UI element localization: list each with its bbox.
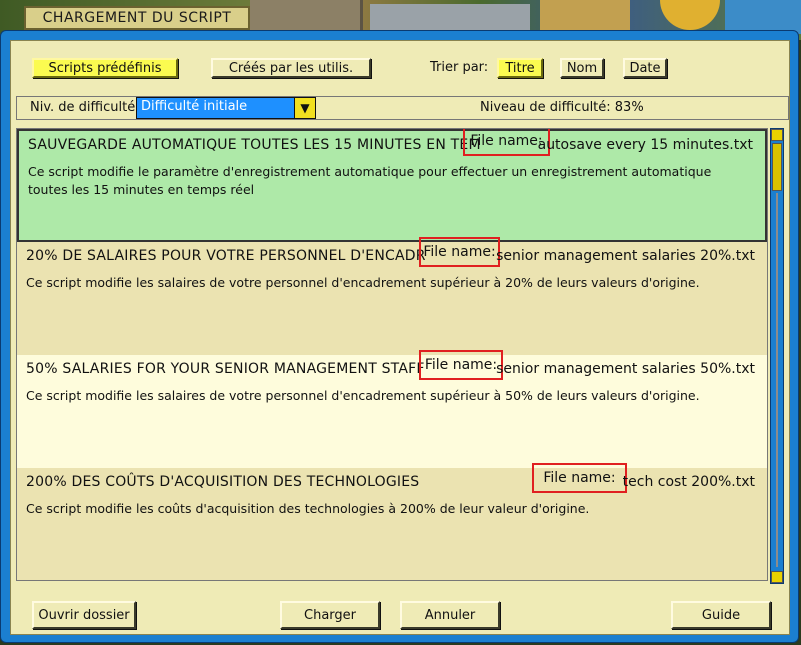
scroll-down-button[interactable] xyxy=(771,571,783,583)
script-file-name: senior management salaries 50%.txt xyxy=(496,361,755,377)
file-name-label: File name: xyxy=(419,350,503,380)
difficulty-selected-value: Difficulté initiale xyxy=(141,99,248,114)
difficulty-level-text: Niveau de difficulté: 83% xyxy=(480,100,644,115)
script-list-item[interactable]: 20% DE SALAIRES POUR VOTRE PERSONNEL D'E… xyxy=(17,237,767,355)
script-file-name: tech cost 200%.txt xyxy=(622,474,755,490)
guide-button[interactable]: Guide xyxy=(671,601,771,629)
list-scrollbar[interactable] xyxy=(770,128,784,584)
script-list-item[interactable]: 50% SALARIES FOR YOUR SENIOR MANAGEMENT … xyxy=(17,350,767,468)
script-description: Ce script modifie les coûts d'acquisitio… xyxy=(26,501,590,516)
sort-label: Trier par: xyxy=(430,60,489,75)
script-title: 200% DES COÛTS D'ACQUISITION DES TECHNOL… xyxy=(26,474,420,490)
scroll-track xyxy=(776,193,778,567)
load-button[interactable]: Charger xyxy=(280,601,380,629)
difficulty-label: Niv. de difficulté xyxy=(30,100,136,115)
sort-by-name-button[interactable]: Nom xyxy=(560,58,604,78)
script-file-name: autosave every 15 minutes.txt xyxy=(537,137,753,153)
script-title: 20% DE SALAIRES POUR VOTRE PERSONNEL D'E… xyxy=(26,248,426,264)
scroll-up-button[interactable] xyxy=(771,129,783,141)
tab-user-scripts[interactable]: Créés par les utilis. xyxy=(211,58,371,78)
script-description: Ce script modifie le paramètre d'enregis… xyxy=(28,164,712,197)
window-title: CHARGEMENT DU SCRIPT xyxy=(24,6,250,30)
script-file-name: senior management salaries 20%.txt xyxy=(496,248,755,264)
cancel-button[interactable]: Annuler xyxy=(400,601,500,629)
sort-by-date-button[interactable]: Date xyxy=(623,58,667,78)
scroll-thumb[interactable] xyxy=(772,143,782,191)
script-description: Ce script modifie les salaires de votre … xyxy=(26,275,700,290)
sort-by-title-button[interactable]: Titre xyxy=(497,58,543,78)
script-list: SAUVEGARDE AUTOMATIQUE TOUTES LES 15 MIN… xyxy=(16,128,768,581)
script-description: Ce script modifie les salaires de votre … xyxy=(26,388,700,403)
file-name-label: File name: xyxy=(532,463,627,493)
tab-predefined-scripts[interactable]: Scripts prédéfinis xyxy=(32,58,178,78)
file-name-label: File name: xyxy=(419,237,500,267)
script-list-item[interactable]: SAUVEGARDE AUTOMATIQUE TOUTES LES 15 MIN… xyxy=(17,129,767,242)
script-list-item[interactable]: 200% DES COÛTS D'ACQUISITION DES TECHNOL… xyxy=(17,463,767,580)
open-folder-button[interactable]: Ouvrir dossier xyxy=(32,601,136,629)
script-title: SAUVEGARDE AUTOMATIQUE TOUTES LES 15 MIN… xyxy=(28,137,481,153)
chevron-down-icon[interactable]: ▼ xyxy=(294,98,315,118)
difficulty-select[interactable]: Difficulté initiale ▼ xyxy=(136,97,316,119)
script-title: 50% SALARIES FOR YOUR SENIOR MANAGEMENT … xyxy=(26,361,425,377)
